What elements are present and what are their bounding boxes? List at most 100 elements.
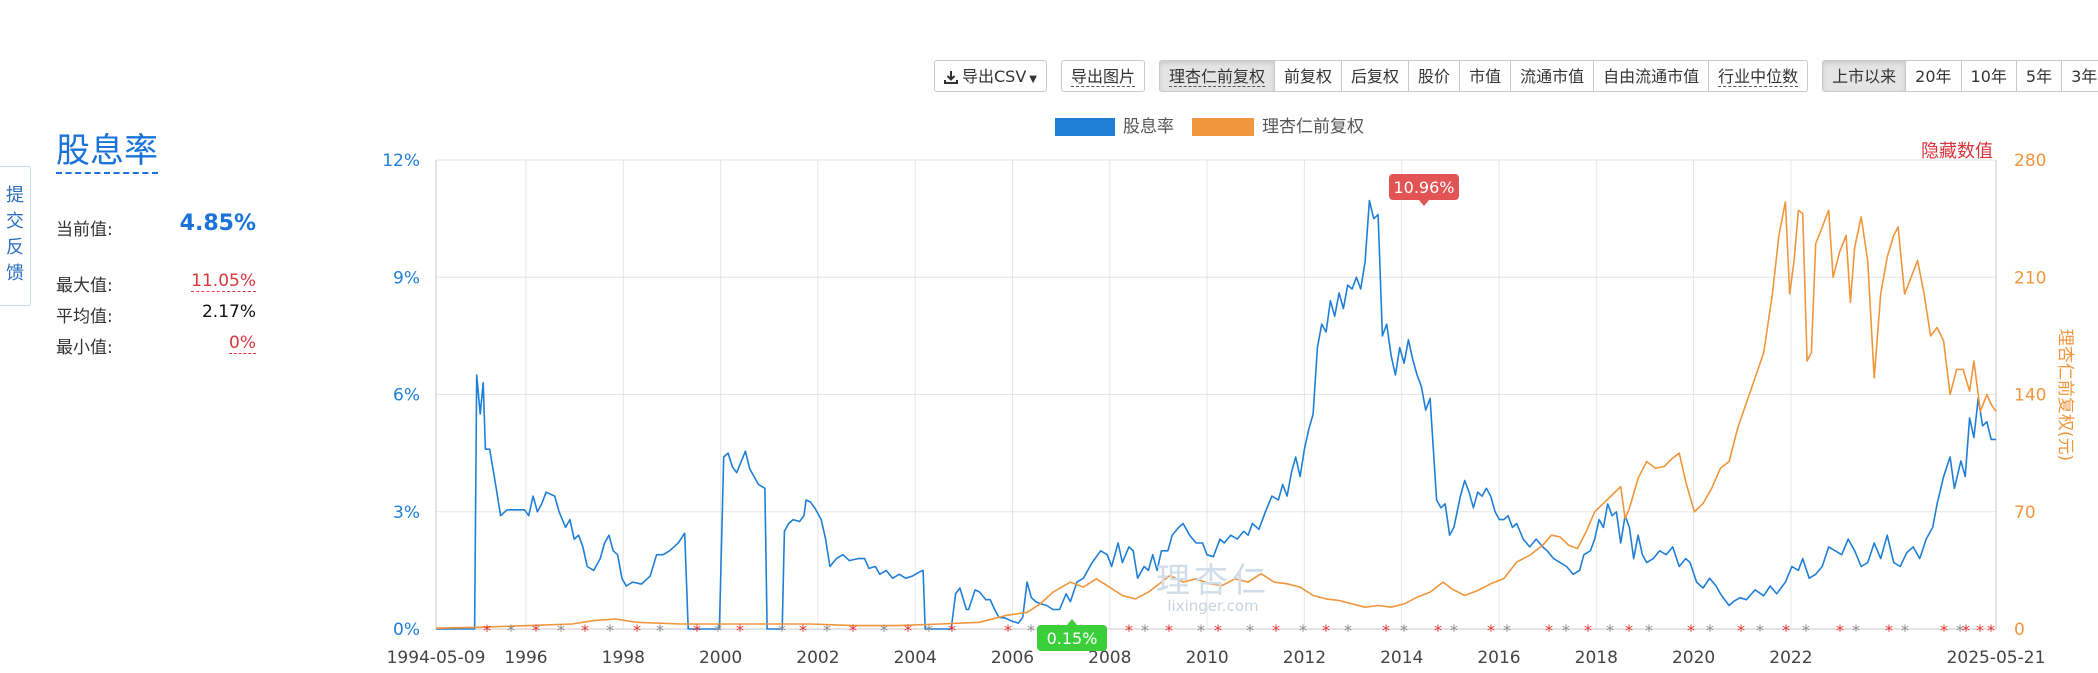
left-tick-label: 9% — [393, 268, 420, 288]
x-tick-label: 2016 — [1477, 648, 1520, 668]
event-marker-red: * — [1214, 621, 1222, 640]
event-marker-red: * — [693, 621, 701, 640]
watermark-url: lixinger.com — [1167, 597, 1258, 615]
x-tick-label: 2002 — [796, 648, 839, 668]
annotation-pointer — [1067, 619, 1077, 625]
x-tick-label: 1996 — [504, 648, 547, 668]
event-marker-red: * — [1272, 621, 1280, 640]
x-tick-label: 2004 — [894, 648, 937, 668]
left-tick-label: 3% — [393, 503, 420, 523]
event-marker-grey: * — [1756, 621, 1764, 640]
annotation-label: 10.96% — [1393, 178, 1454, 197]
event-marker-grey: * — [557, 621, 565, 640]
event-marker-grey: * — [1901, 621, 1909, 640]
event-marker-grey: * — [1606, 621, 1614, 640]
event-marker-grey: * — [714, 621, 722, 640]
event-marker-red: * — [1004, 621, 1012, 640]
right-tick-label: 210 — [2014, 268, 2046, 288]
event-marker-red: * — [799, 621, 807, 640]
event-marker-red: * — [1625, 621, 1633, 640]
x-tick-label: 1998 — [602, 648, 645, 668]
hide-values-toggle[interactable]: 隐藏数值 — [1921, 141, 1993, 162]
event-marker-red: * — [1165, 621, 1173, 640]
legend-label-price[interactable]: 理杏仁前复权 — [1262, 117, 1364, 137]
right-tick-label: 280 — [2014, 151, 2046, 171]
x-tick-label: 1994-05-09 — [387, 648, 486, 668]
event-marker-red: * — [1976, 621, 1984, 640]
event-marker-grey: * — [778, 621, 786, 640]
left-tick-label: 6% — [393, 386, 420, 406]
x-tick-label: 2020 — [1672, 648, 1715, 668]
event-marker-grey: * — [880, 621, 888, 640]
legend-swatch-yield[interactable] — [1055, 118, 1115, 136]
event-marker-red: * — [1584, 621, 1592, 640]
annotation-label: 0.15% — [1047, 629, 1098, 648]
event-marker-grey: * — [656, 621, 664, 640]
event-marker-red: * — [1382, 621, 1390, 640]
event-marker-red: * — [849, 621, 857, 640]
x-tick-label: 2012 — [1283, 648, 1326, 668]
event-marker-grey: * — [1400, 621, 1408, 640]
right-axis-title: 理杏仁前复权(元) — [2055, 329, 2075, 461]
grid-lines — [436, 159, 1996, 629]
event-marker-red: * — [1487, 621, 1495, 640]
x-tick-label: 2000 — [699, 648, 742, 668]
left-tick-label: 0% — [393, 620, 420, 640]
event-marker-grey: * — [507, 621, 515, 640]
event-marker-grey: * — [1450, 621, 1458, 640]
right-tick-label: 70 — [2014, 503, 2036, 523]
event-marker-red: * — [904, 621, 912, 640]
event-marker-grey: * — [1299, 621, 1307, 640]
x-tick-label: 2018 — [1575, 648, 1618, 668]
min-annotation: 0.15% — [1037, 619, 1107, 651]
watermark: 理杏仁 lixinger.com — [1156, 561, 1270, 615]
x-tick-label: 2006 — [991, 648, 1034, 668]
event-marker-grey: * — [925, 621, 933, 640]
event-marker-red: * — [483, 621, 491, 640]
annotation-pointer — [1419, 200, 1429, 206]
event-marker-grey: * — [1197, 621, 1205, 640]
event-marker-grey: * — [1246, 621, 1254, 640]
x-tick-label: 2010 — [1185, 648, 1228, 668]
event-marker-red: * — [1940, 621, 1948, 640]
event-marker-red: * — [1125, 621, 1133, 640]
event-marker-red: * — [532, 621, 540, 640]
event-marker-red: * — [1687, 621, 1695, 640]
event-marker-grey: * — [1344, 621, 1352, 640]
right-tick-label: 140 — [2014, 386, 2046, 406]
left-tick-label: 12% — [382, 151, 420, 171]
x-tick-label: 2025-05-21 — [1947, 648, 2046, 668]
legend-swatch-price[interactable] — [1192, 118, 1254, 136]
event-marker-red: * — [581, 621, 589, 640]
legend-label-yield[interactable]: 股息率 — [1123, 117, 1174, 137]
x-tick-label: 2022 — [1769, 648, 1812, 668]
dividend-yield-chart: 股息率 理杏仁前复权 隐藏数值 理杏仁前复权(元) 0% 3% 6% 9% 12% 0 70… — [382, 117, 2075, 668]
event-marker-grey: * — [1503, 621, 1511, 640]
event-marker-red: * — [1737, 621, 1745, 640]
event-marker-grey: * — [823, 621, 831, 640]
right-tick-label: 0 — [2014, 620, 2025, 640]
event-marker-red: * — [1322, 621, 1330, 640]
event-marker-red: * — [1545, 621, 1553, 640]
event-marker-red: * — [736, 621, 744, 640]
event-marker-grey: * — [606, 621, 614, 640]
event-marker-grey: * — [1645, 621, 1653, 640]
x-tick-label: 2014 — [1380, 648, 1423, 668]
watermark-logo: 理杏仁 — [1156, 561, 1270, 601]
event-marker-grey: * — [1852, 621, 1860, 640]
event-marker-grey: * — [1802, 621, 1810, 640]
event-marker-red: * — [1885, 621, 1893, 640]
event-marker-grey: * — [1141, 621, 1149, 640]
event-marker-grey: * — [1027, 621, 1035, 640]
event-marker-red: * — [1836, 621, 1844, 640]
event-marker-red: * — [1782, 621, 1790, 640]
event-marker-grey: * — [1562, 621, 1570, 640]
max-annotation: 10.96% — [1389, 174, 1459, 206]
event-marker-red: * — [633, 621, 641, 640]
chart-legend: 股息率 理杏仁前复权 — [1055, 117, 1364, 137]
event-marker-red: * — [1434, 621, 1442, 640]
event-marker-red: * — [948, 621, 956, 640]
event-marker-red: * — [1962, 621, 1970, 640]
event-marker-grey: * — [1706, 621, 1714, 640]
event-marker-red: * — [1987, 621, 1995, 640]
